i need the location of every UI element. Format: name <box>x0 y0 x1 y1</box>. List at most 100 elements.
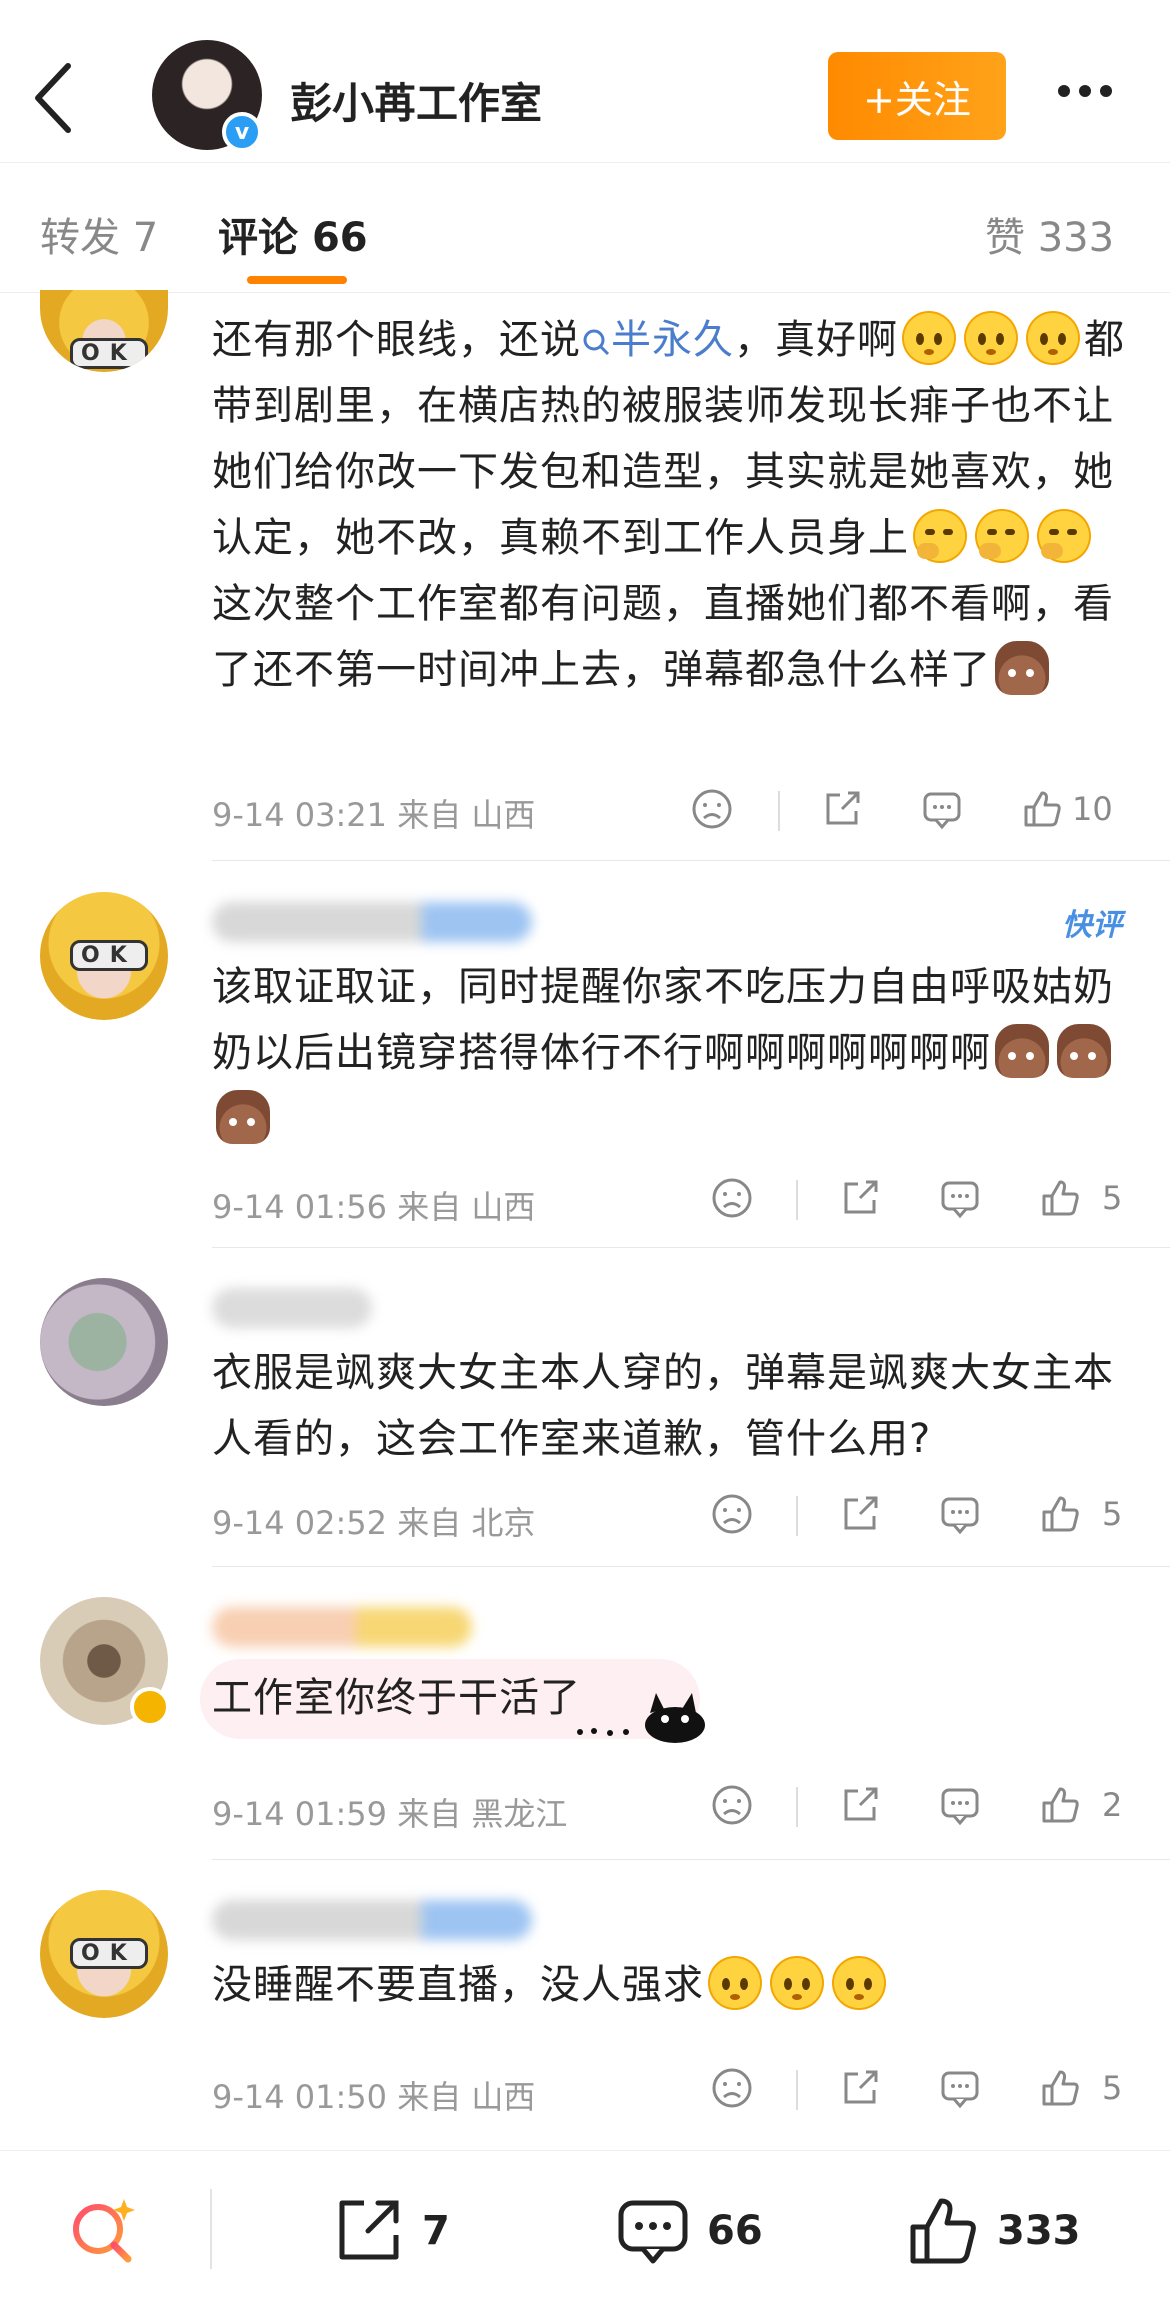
like-post-button[interactable]: 333 <box>905 2193 1081 2269</box>
comment-count: 66 <box>707 2208 763 2254</box>
comment-location: 黑龙江 <box>471 1795 568 1833</box>
dislike-button[interactable] <box>710 1783 754 1827</box>
like-button[interactable]: 2 <box>1038 1783 1122 1827</box>
topic-link-label: 半永久 <box>611 317 734 363</box>
comment-text-part: ，真好啊 <box>734 317 898 363</box>
commenter-username-blurred[interactable] <box>212 902 532 942</box>
super-search-button[interactable] <box>66 2193 142 2269</box>
action-separator <box>796 2070 798 2110</box>
reply-button[interactable] <box>938 2066 982 2110</box>
thinking-face-emoji-icon <box>975 509 1029 563</box>
reply-button[interactable] <box>938 1492 982 1536</box>
commenter-avatar[interactable] <box>40 1278 168 1406</box>
share-button[interactable] <box>838 1492 882 1536</box>
share-icon <box>844 1496 878 1530</box>
thumbs-up-icon <box>1042 1787 1079 1823</box>
sad-face-icon <box>712 1785 752 1825</box>
reply-button[interactable] <box>938 1176 982 1220</box>
share-button[interactable] <box>838 1176 882 1220</box>
thumbs-up-icon <box>1042 1496 1079 1532</box>
share-button[interactable] <box>838 1783 882 1827</box>
comment-actions: 5 <box>690 1492 1150 1542</box>
comment-bubble-icon <box>941 1181 979 1219</box>
comment-from-label: 来自 <box>397 1795 462 1833</box>
comment-actions: 2 <box>690 1783 1150 1833</box>
like-button[interactable]: 5 <box>1038 1492 1122 1536</box>
comment-bubble-icon <box>941 2071 979 2109</box>
thinking-face-emoji-icon <box>913 509 967 563</box>
like-count-total: 333 <box>997 2208 1081 2254</box>
tab-likes-count: 333 <box>1037 215 1115 261</box>
tab-likes-label: 赞 <box>985 215 1025 261</box>
comment-item: 没睡醒不要直播，没人强求 9-14 01:50 来自 山西 5 <box>0 1860 1170 2130</box>
repost-button[interactable]: 7 <box>330 2193 450 2269</box>
comment-time: 9-14 03:21 <box>212 796 388 834</box>
like-count: 10 <box>1072 790 1113 828</box>
comment-location: 北京 <box>471 1504 536 1542</box>
weibo-comment-page: v 彭小苒工作室 +关注 转发 7 评论 66 赞 333 还有那个眼线，还说半… <box>0 0 1170 2298</box>
comment-from-label: 来自 <box>397 2078 462 2116</box>
more-options-icon[interactable] <box>1058 82 1128 112</box>
like-button[interactable]: 10 <box>1020 787 1113 831</box>
share-icon <box>844 1787 878 1821</box>
top-header: v 彭小苒工作室 +关注 <box>0 0 1170 163</box>
commenter-avatar[interactable] <box>40 1890 168 2018</box>
comment-icon <box>618 2200 688 2264</box>
like-count: 5 <box>1102 1495 1123 1533</box>
upside-down-face-emoji-icon <box>964 311 1018 365</box>
like-button[interactable]: 5 <box>1038 1176 1122 1220</box>
commenter-username-blurred[interactable] <box>212 1288 372 1328</box>
comment-meta: 9-14 01:56 来自 山西 <box>212 1182 535 1228</box>
upside-down-face-emoji-icon <box>708 1956 762 2010</box>
tab-repost-label: 转发 <box>40 215 120 261</box>
reply-button[interactable] <box>920 787 964 831</box>
dislike-button[interactable] <box>710 1492 754 1536</box>
dislike-button[interactable] <box>710 1176 754 1220</box>
thumbs-up-icon <box>910 2198 976 2264</box>
tab-comments[interactable]: 评论 66 <box>218 205 368 263</box>
comment-bubble-icon <box>941 1497 979 1535</box>
comment-text: 没睡醒不要直播，没人强求 <box>212 1952 1132 2018</box>
comment-actions: 10 <box>690 787 1150 837</box>
back-arrow-icon[interactable] <box>30 58 80 138</box>
poop-emoji-icon <box>995 641 1049 695</box>
comment-from-label: 来自 <box>397 1188 462 1226</box>
comment-time: 9-14 02:52 <box>212 1504 388 1542</box>
comment-divider <box>212 860 1170 861</box>
verified-gold-badge-icon <box>130 1687 170 1727</box>
tab-comments-count: 66 <box>311 215 368 261</box>
comment-item: 工作室你终于干活了 9-14 01:59 来自 黑龙江 2 <box>0 1567 1170 1860</box>
share-button[interactable] <box>838 2066 882 2110</box>
repost-icon <box>339 2200 399 2260</box>
commenter-avatar[interactable] <box>40 290 168 372</box>
commenter-username-blurred[interactable] <box>212 1607 472 1647</box>
comment-meta: 9-14 02:52 来自 北京 <box>212 1498 535 1544</box>
like-button[interactable]: 5 <box>1038 2066 1122 2110</box>
topic-link[interactable]: 半永久 <box>581 317 734 363</box>
studio-name[interactable]: 彭小苒工作室 <box>290 70 542 131</box>
comment-from-label: 来自 <box>397 796 462 834</box>
comment-text-part: 工作室你终于干活了 <box>212 1675 581 1721</box>
poop-emoji-icon <box>1057 1024 1111 1078</box>
share-button[interactable] <box>820 787 864 831</box>
like-count: 5 <box>1102 1179 1123 1217</box>
tab-likes[interactable]: 赞 333 <box>985 205 1114 263</box>
thumbs-up-icon <box>1042 2070 1079 2106</box>
comment-actions: 5 <box>690 2066 1150 2116</box>
comment-bubble-icon <box>941 1788 979 1826</box>
comment-meta: 9-14 03:21 来自 山西 <box>212 790 535 836</box>
reply-button[interactable] <box>938 1783 982 1827</box>
comment-button[interactable]: 66 <box>615 2193 763 2269</box>
dislike-button[interactable] <box>710 2066 754 2110</box>
bottom-separator <box>210 2189 212 2269</box>
follow-button[interactable]: +关注 <box>828 52 1006 140</box>
comment-item: 快评 该取证取证，同时提醒你家不吃压力自由呼吸姑奶奶以后出镜穿搭得体行不行啊啊啊… <box>0 862 1170 1248</box>
tab-repost[interactable]: 转发 7 <box>40 205 158 263</box>
upside-down-face-emoji-icon <box>902 311 956 365</box>
sad-face-icon <box>712 1494 752 1534</box>
commenter-username-blurred[interactable] <box>212 1900 532 1940</box>
share-icon <box>826 791 860 825</box>
commenter-avatar[interactable] <box>40 892 168 1020</box>
dislike-button[interactable] <box>690 787 734 831</box>
comment-text-part: 还有那个眼线，还说 <box>212 317 581 363</box>
